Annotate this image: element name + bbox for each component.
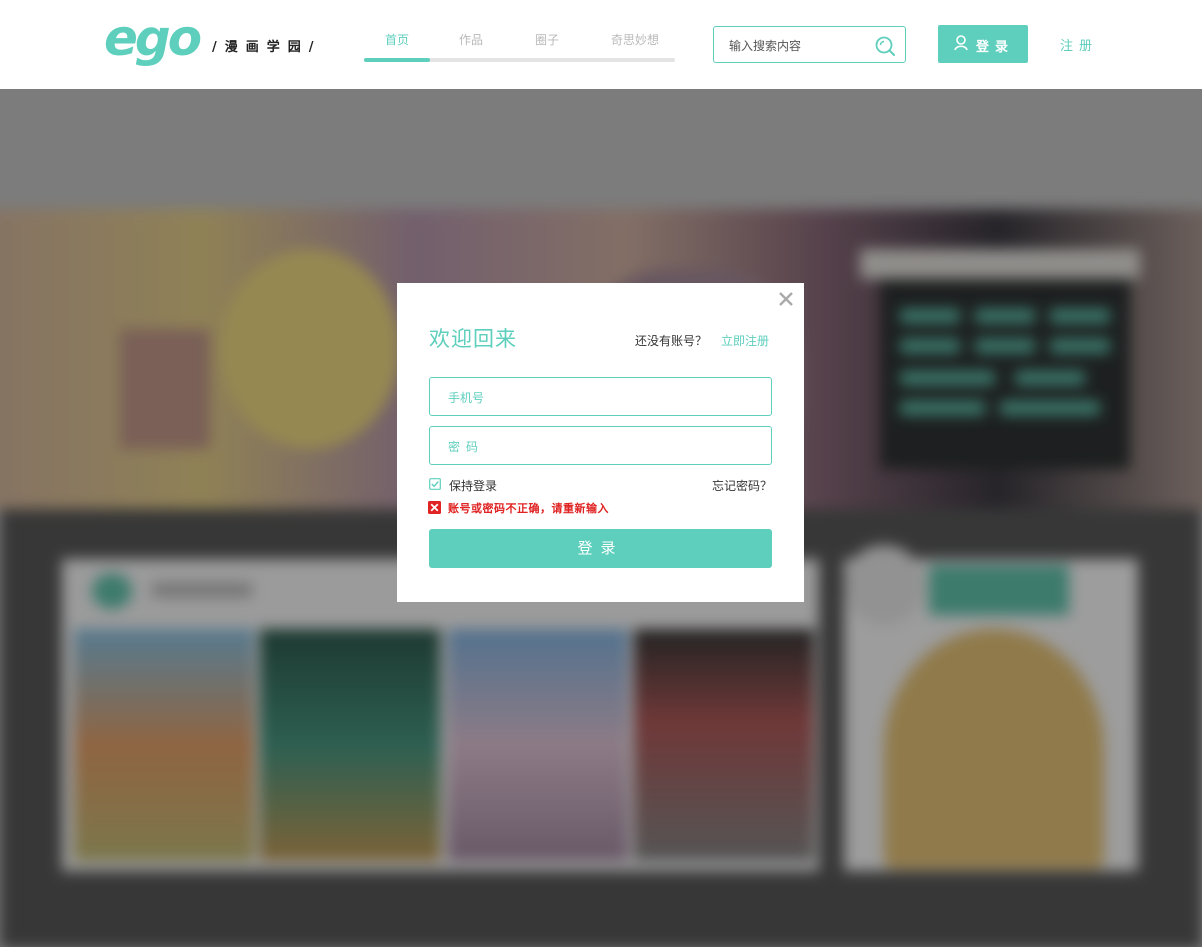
error-text: 账号或密码不正确，请重新输入 bbox=[448, 502, 609, 515]
remember-label: 保持登录 bbox=[449, 479, 498, 493]
nav-item-ideas[interactable]: 奇思妙想 bbox=[602, 31, 668, 48]
forgot-password-link[interactable]: 忘记密码？ bbox=[712, 477, 772, 494]
search-input[interactable] bbox=[727, 35, 871, 57]
nav-indicator-track bbox=[364, 58, 675, 62]
no-account-text: 还没有账号？ bbox=[635, 334, 708, 348]
phone-input[interactable] bbox=[446, 388, 750, 408]
user-icon bbox=[954, 35, 968, 51]
search-box bbox=[713, 26, 906, 63]
login-button[interactable]: 登录 bbox=[938, 25, 1028, 63]
login-button-label: 登录 bbox=[976, 40, 1015, 55]
register-now-link[interactable]: 立即注册 bbox=[721, 332, 769, 349]
login-modal: 欢迎回来 还没有账号？ 立即注册 保持登录 忘记密码？ 账号或密码不正确，请重新… bbox=[397, 283, 804, 602]
close-icon[interactable] bbox=[778, 291, 794, 307]
password-input[interactable] bbox=[446, 437, 750, 457]
password-field bbox=[429, 426, 772, 465]
top-header: ego /漫画学园/ 首页 作品 圈子 奇思妙想 登录 注册 bbox=[0, 0, 1202, 89]
nav-active-indicator bbox=[364, 58, 430, 62]
nav-item-circle[interactable]: 圈子 bbox=[514, 31, 580, 48]
checkbox-checked-icon[interactable] bbox=[429, 478, 441, 490]
submit-login-button[interactable]: 登录 bbox=[429, 529, 772, 568]
error-icon bbox=[428, 501, 441, 514]
register-link[interactable]: 注册 bbox=[1060, 35, 1098, 54]
search-icon[interactable] bbox=[874, 35, 896, 57]
site-slogan: /漫画学园/ bbox=[212, 40, 322, 55]
nav-item-home[interactable]: 首页 bbox=[364, 31, 430, 48]
logo[interactable]: ego bbox=[104, 8, 202, 68]
nav-item-works[interactable]: 作品 bbox=[438, 31, 504, 48]
main-nav: 首页 作品 圈子 奇思妙想 bbox=[364, 30, 675, 62]
phone-field bbox=[429, 377, 772, 416]
modal-title: 欢迎回来 bbox=[429, 327, 517, 351]
